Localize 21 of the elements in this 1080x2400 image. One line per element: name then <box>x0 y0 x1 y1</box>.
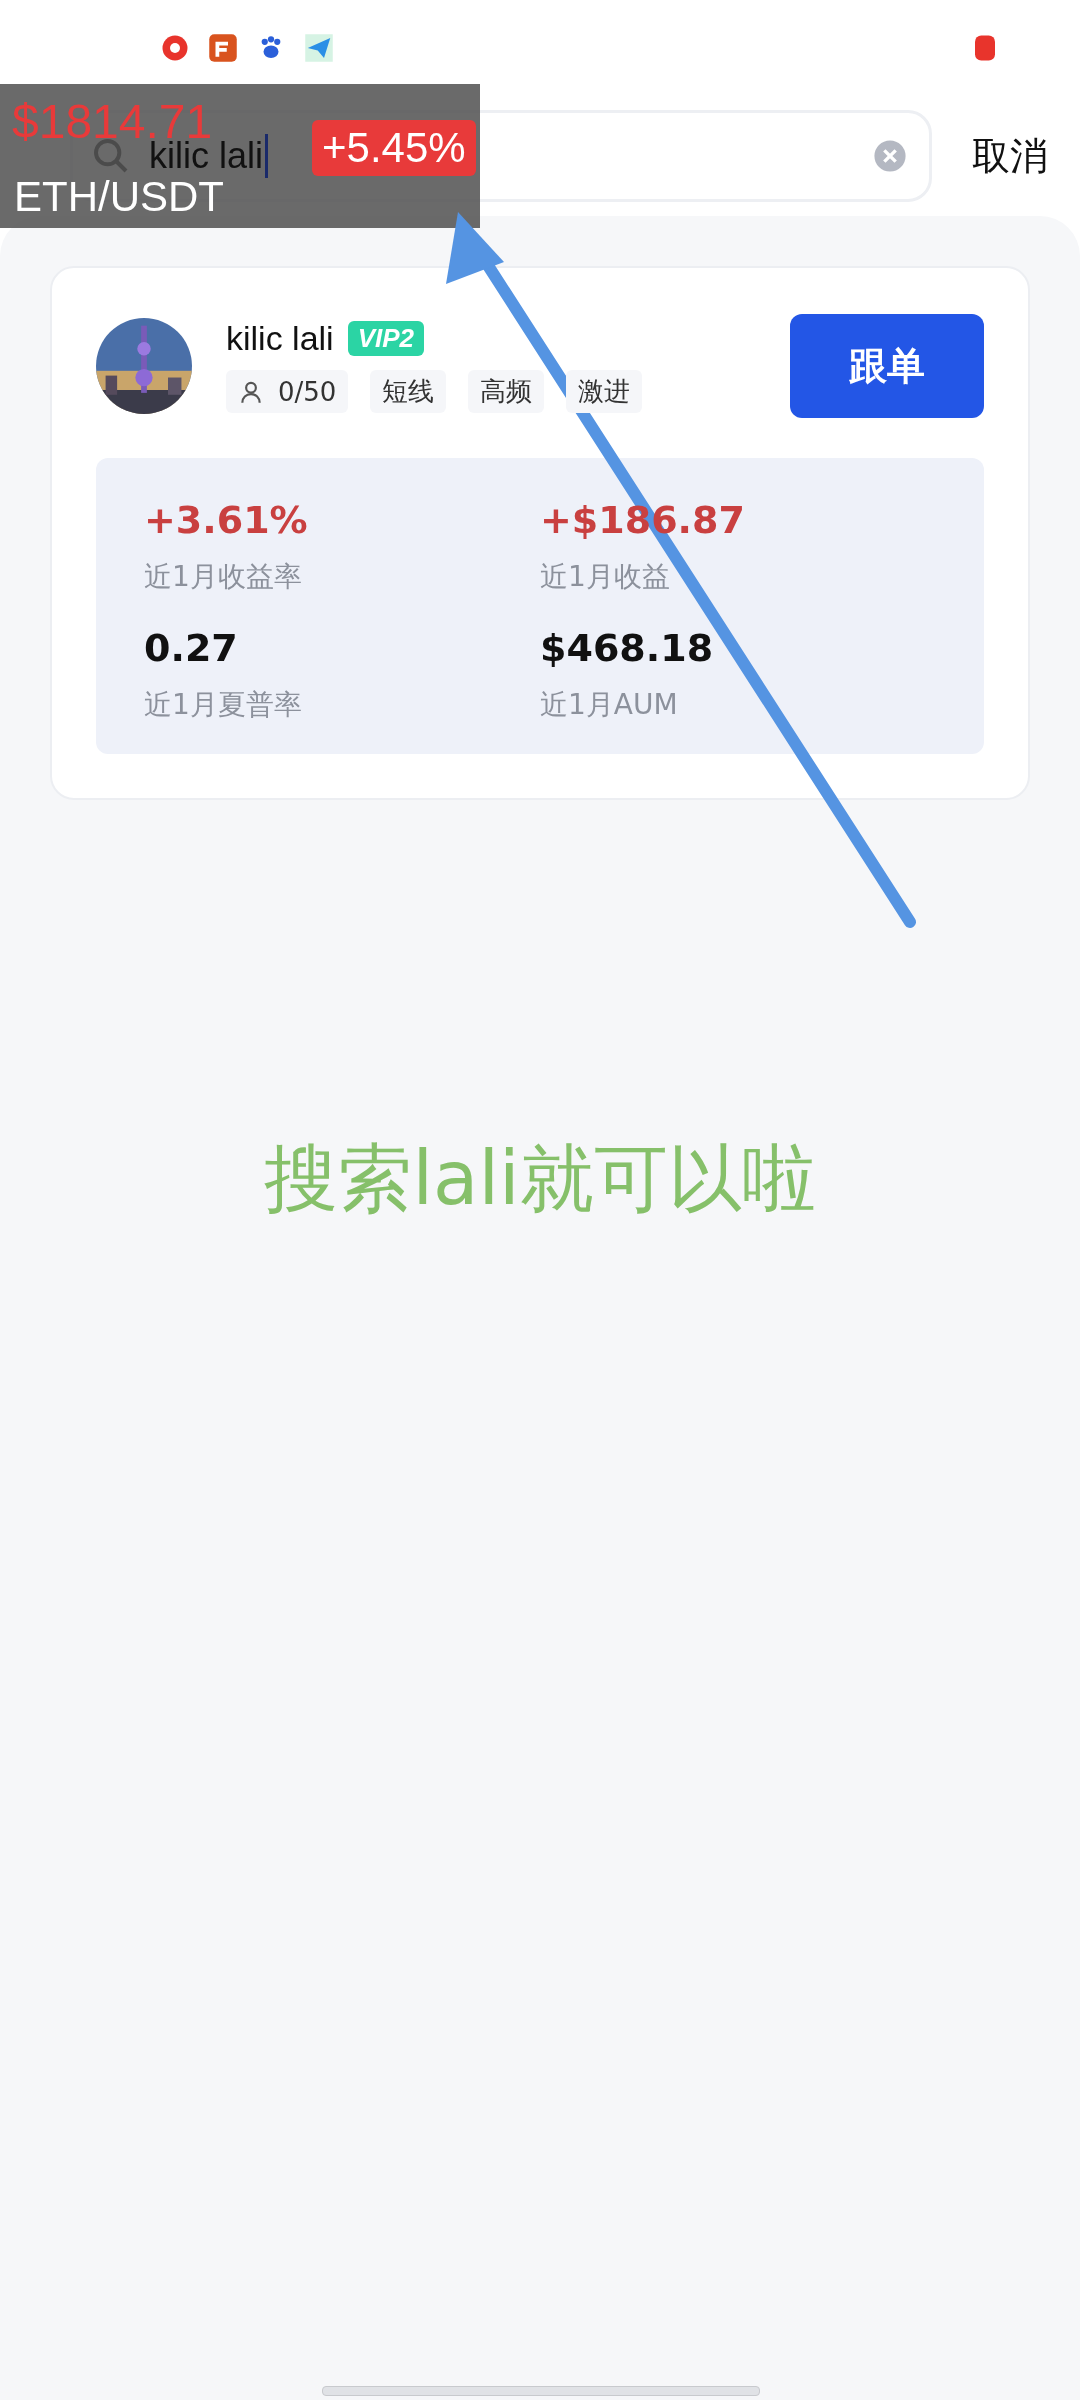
annotation-text: 搜索lali就可以啦 <box>263 1134 817 1223</box>
stat-label: 近1月夏普率 <box>144 687 303 723</box>
stat-label: 近1月收益 <box>540 559 671 595</box>
stat-value: +3.61% <box>144 498 309 542</box>
trader-tag: 高频 <box>468 370 545 413</box>
trader-name: kilic lali <box>226 319 334 358</box>
app-icon <box>160 33 190 63</box>
follow-button[interactable]: 跟单 <box>790 314 984 418</box>
change-badge: +5.45% <box>312 120 476 176</box>
app-icon <box>208 33 238 63</box>
stat-value: 0.27 <box>144 626 239 670</box>
clear-icon[interactable] <box>873 139 907 173</box>
trader-tag: 短线 <box>370 370 447 413</box>
stat-label: 近1月收益率 <box>144 559 303 595</box>
stat-value: $468.18 <box>540 626 715 670</box>
vip-badge: VIP2 <box>347 321 425 356</box>
follower-text: 0/50 <box>278 376 337 407</box>
cancel-button[interactable]: 取消 <box>972 130 1048 182</box>
paper-plane-icon <box>304 33 334 63</box>
stat-label: 近1月AUM <box>540 687 679 723</box>
trader-tag: 激进 <box>566 370 643 413</box>
